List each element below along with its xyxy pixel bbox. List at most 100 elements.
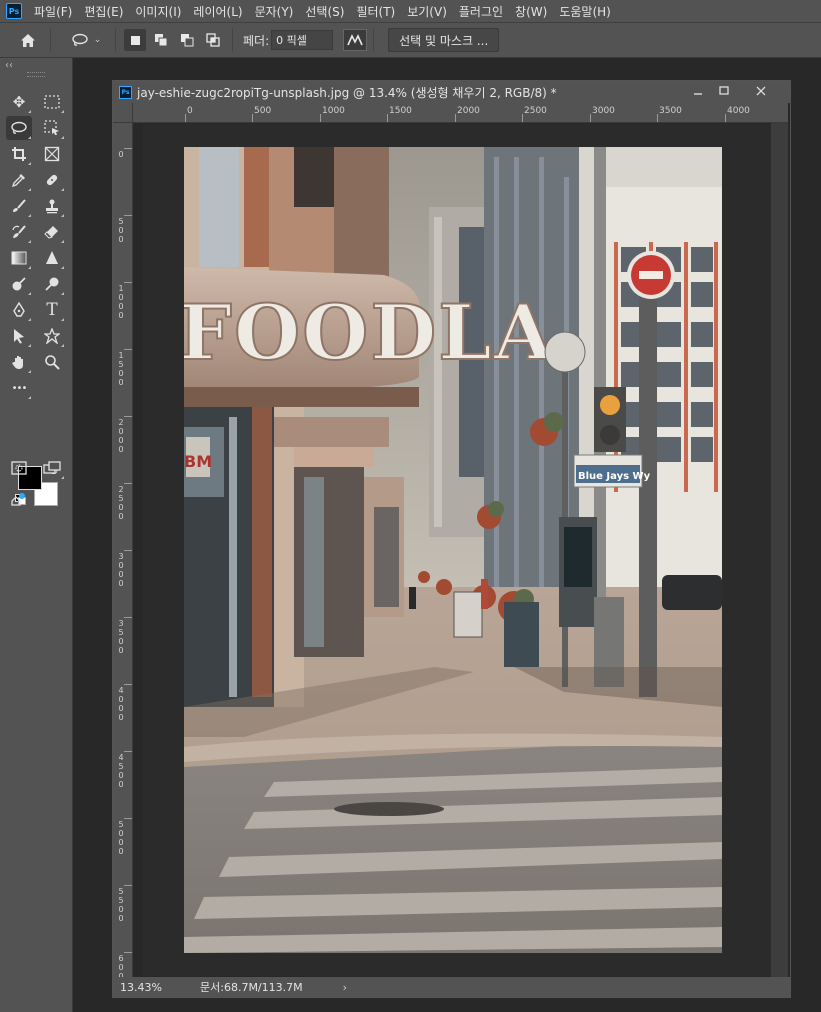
select-and-mask-button[interactable]: 선택 및 마스크 ... [388, 28, 500, 52]
options-bar: ⌄ 페더: 0 픽셀 선택 및 마스크 ... [0, 22, 821, 58]
menu-type[interactable]: 문자(Y) [249, 3, 300, 20]
intersect-selection-button[interactable] [202, 29, 224, 51]
screen-mode-icon[interactable] [39, 456, 65, 480]
menu-bar: Ps 파일(F) 편집(E) 이미지(I) 레이어(L) 문자(Y) 선택(S)… [0, 0, 821, 22]
zoom-tool-icon[interactable] [39, 350, 65, 374]
more-tools-icon[interactable]: ••• [6, 376, 32, 400]
edit-toolbar-icon[interactable] [6, 488, 32, 512]
menu-file[interactable]: 파일(F) [28, 3, 78, 20]
ruler-label: 0 [118, 150, 124, 159]
zoom-level-field[interactable]: 13.43% [120, 981, 190, 994]
add-to-selection-button[interactable] [150, 29, 172, 51]
eraser-tool-icon[interactable] [39, 220, 65, 244]
add-selection-icon [155, 34, 168, 47]
new-selection-button[interactable] [124, 29, 146, 51]
ruler-label: 3000 [592, 106, 615, 116]
home-icon [21, 33, 35, 47]
minimize-icon [694, 93, 702, 95]
ruler-label: 4000 [118, 686, 124, 722]
menu-edit[interactable]: 편집(E) [78, 3, 129, 20]
ruler-label: 500 [254, 106, 272, 116]
ruler-label: 1000 [118, 284, 124, 320]
anti-alias-icon [347, 34, 363, 46]
menu-window[interactable]: 창(W) [509, 3, 553, 20]
menu-image[interactable]: 이미지(I) [129, 3, 187, 20]
collapse-panel-icon[interactable]: ‹‹ [5, 60, 13, 71]
subtract-selection-icon [181, 34, 194, 47]
ruler-label: 5500 [118, 887, 124, 923]
ruler-label: 2000 [118, 418, 124, 454]
document-title: jay-eshie-zugc2ropiTg-unsplash.jpg @ 13.… [137, 85, 557, 100]
ruler-label: 4500 [118, 753, 124, 789]
ruler-label: 0 [187, 106, 193, 116]
menu-plugins[interactable]: 플러그인 [453, 3, 509, 20]
crop-tool-icon[interactable] [6, 142, 32, 166]
foodla-sign-text: FOODLA [184, 288, 555, 377]
marquee-tool-icon[interactable] [39, 90, 65, 114]
burn-tool-icon[interactable] [39, 272, 65, 296]
photoshop-logo[interactable]: Ps [6, 3, 22, 19]
horizontal-ruler[interactable]: 0 500 1000 1500 2000 2500 3000 3500 4000 [133, 103, 788, 123]
menu-help[interactable]: 도움말(H) [553, 3, 617, 20]
move-tool-icon[interactable]: ✥ [6, 90, 32, 114]
ruler-label: 1500 [118, 351, 124, 387]
maximize-icon [719, 86, 729, 95]
gradient-tool-icon[interactable] [6, 246, 32, 270]
panel-grip[interactable] [27, 72, 45, 77]
menu-select[interactable]: 선택(S) [299, 3, 350, 20]
close-button[interactable] [748, 81, 774, 101]
menu-filter[interactable]: 필터(T) [350, 3, 401, 20]
document-status-bar: 13.43% 문서:68.7M/113.7M › [113, 977, 790, 997]
close-icon [756, 86, 766, 96]
blur-tool-icon[interactable] [39, 246, 65, 270]
menu-view[interactable]: 보기(V) [401, 3, 453, 20]
ruler-label: 3000 [118, 552, 124, 588]
frame-tool-icon[interactable] [39, 142, 65, 166]
path-selection-tool-icon[interactable] [6, 324, 32, 348]
custom-shape-tool-icon[interactable] [39, 324, 65, 348]
tools-panel: ‹‹ ✥ T ••• [0, 58, 73, 1012]
object-selection-tool-icon[interactable] [39, 116, 65, 140]
separator [50, 28, 51, 52]
document-image[interactable]: FOODLA BM Blue Jays Wy [184, 147, 722, 953]
brush-tool-icon[interactable] [6, 194, 32, 218]
ruler-label: 3500 [118, 619, 124, 655]
status-menu-arrow-icon[interactable]: › [343, 981, 347, 994]
subtract-from-selection-button[interactable] [176, 29, 198, 51]
vertical-scrollbar[interactable] [771, 123, 788, 977]
lasso-tool-icon[interactable] [6, 116, 32, 140]
history-brush-tool-icon[interactable] [6, 220, 32, 244]
hand-tool-icon[interactable] [6, 350, 32, 374]
document-size-info: 문서:68.7M/113.7M [200, 981, 303, 994]
quick-mask-icon[interactable] [6, 456, 32, 480]
street-photo: FOODLA BM Blue Jays Wy [184, 147, 722, 953]
home-button[interactable] [12, 26, 44, 54]
ruler-label: 1000 [322, 106, 345, 116]
healing-brush-tool-icon[interactable] [39, 168, 65, 192]
menu-layer[interactable]: 레이어(L) [187, 3, 248, 20]
lasso-preset-picker[interactable]: ⌄ [63, 26, 109, 54]
ruler-origin[interactable] [113, 103, 133, 123]
ruler-label: 2500 [524, 106, 547, 116]
ruler-label: 4000 [727, 106, 750, 116]
ruler-label: 2500 [118, 485, 124, 521]
eyedropper-tool-icon[interactable] [6, 168, 32, 192]
vertical-ruler[interactable]: 0 500 1000 1500 2000 2500 3000 3500 4000… [113, 123, 133, 990]
blue-jays-way-sign-text: Blue Jays Wy [578, 471, 651, 482]
feather-input[interactable]: 0 픽셀 [271, 30, 334, 50]
pen-tool-icon[interactable] [6, 298, 32, 322]
minimize-button[interactable] [685, 81, 711, 101]
clone-stamp-tool-icon[interactable] [39, 194, 65, 218]
ruler-label: 5000 [118, 820, 124, 856]
ruler-label: 3500 [659, 106, 682, 116]
type-tool-icon[interactable]: T [39, 298, 65, 322]
separator [373, 28, 375, 52]
dodge-tool-icon[interactable] [6, 272, 32, 296]
lasso-icon [72, 33, 88, 46]
anti-alias-toggle[interactable] [343, 29, 368, 51]
shop-window-sign-text: BM [184, 452, 212, 471]
document-title-bar[interactable]: Ps jay-eshie-zugc2ropiTg-unsplash.jpg @ … [113, 81, 790, 103]
maximize-button[interactable] [711, 81, 737, 101]
ruler-label: 1500 [389, 106, 412, 116]
ruler-label: 2000 [457, 106, 480, 116]
